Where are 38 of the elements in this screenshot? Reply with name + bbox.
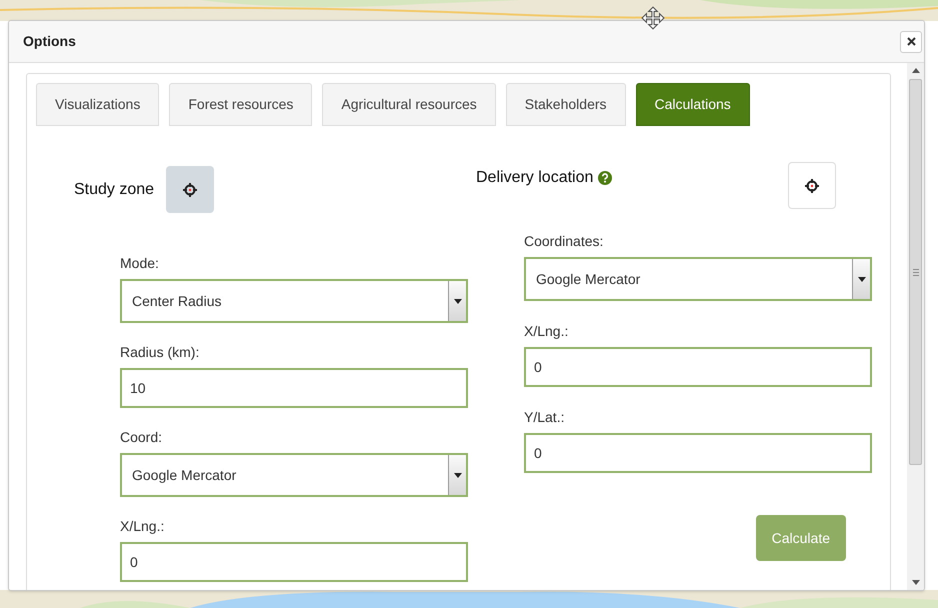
locate-button[interactable] — [788, 162, 836, 209]
close-icon — [906, 37, 916, 46]
scrollbar[interactable] — [907, 63, 924, 590]
section-title: Delivery location — [476, 168, 594, 188]
input-field[interactable]: 0 — [524, 433, 872, 473]
input-field[interactable]: 0 — [524, 347, 872, 387]
tab[interactable]: Calculations — [636, 83, 750, 126]
locate-button[interactable] — [166, 166, 214, 213]
field-label: Mode: — [120, 254, 160, 273]
tab[interactable]: Visualizations — [36, 83, 160, 126]
caret-icon — [858, 276, 866, 282]
help-icon[interactable] — [598, 171, 612, 185]
grip-icon — [912, 268, 918, 276]
scroll-up-icon[interactable] — [912, 68, 920, 73]
select-field[interactable]: Google Mercator — [120, 453, 468, 497]
tab[interactable]: Forest resources — [169, 83, 312, 126]
tab[interactable]: Agricultural resources — [322, 83, 496, 126]
field-label: Y/Lat.: — [524, 408, 566, 427]
crosshair-icon — [182, 182, 198, 198]
close-button[interactable] — [900, 30, 922, 52]
select-field[interactable]: Google Mercator — [524, 257, 872, 301]
input-field[interactable]: 10 — [120, 368, 468, 408]
input-field[interactable]: 0 — [120, 542, 468, 582]
scroll-thumb[interactable] — [909, 79, 922, 465]
caret-icon — [454, 472, 462, 478]
field-label: Radius (km): — [120, 343, 200, 362]
field-label: X/Lng.: — [524, 322, 570, 341]
field-label: X/Lng.: — [120, 517, 166, 536]
field-label: Coordinates: — [524, 232, 604, 251]
move-handle-icon[interactable] — [641, 6, 665, 30]
caret-icon — [454, 298, 462, 304]
tab[interactable]: Stakeholders — [506, 83, 626, 126]
field-label: Coord: — [120, 428, 164, 447]
dialog-title: Options — [23, 32, 76, 51]
section-title: Study zone — [74, 180, 154, 200]
select-field[interactable]: Center Radius — [120, 279, 468, 323]
scroll-down-icon[interactable] — [912, 580, 920, 585]
crosshair-icon — [804, 178, 820, 194]
